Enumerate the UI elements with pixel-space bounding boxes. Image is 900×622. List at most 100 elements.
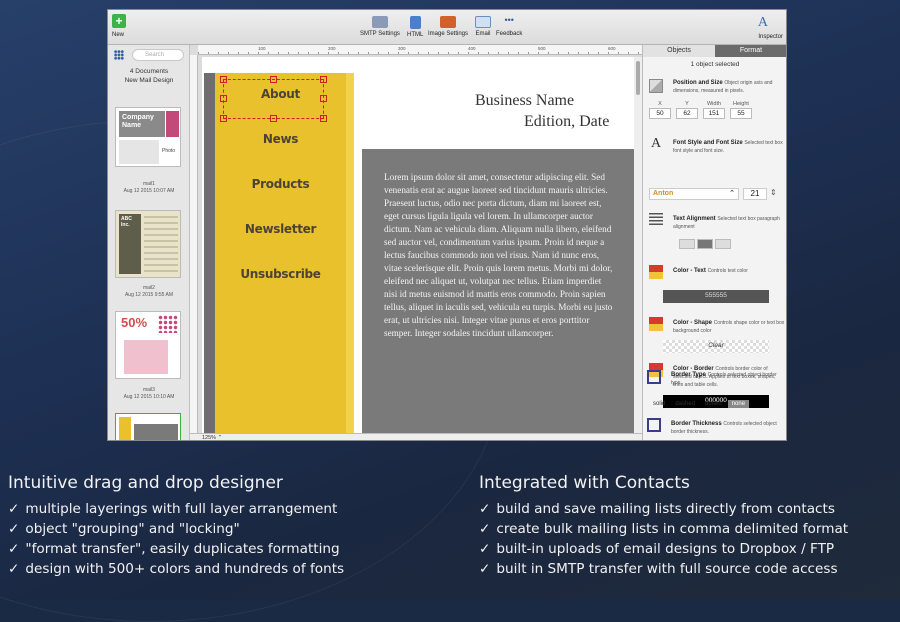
border-dotted-option[interactable]: dotted	[701, 400, 726, 408]
tab-format[interactable]: Format	[715, 45, 786, 57]
feature-item: ✓ build and save mailing lists directly f…	[479, 499, 848, 519]
new-button-label[interactable]: New	[112, 32, 124, 38]
document-thumbnail-mail1[interactable]: Company Name Photo	[115, 107, 181, 167]
thumb-name: mail1	[143, 181, 155, 187]
email-icon	[475, 16, 491, 28]
border-none-option[interactable]: none	[727, 400, 750, 408]
resize-handle[interactable]	[270, 115, 277, 122]
scroll-thumb[interactable]	[636, 61, 640, 95]
nav-inner	[215, 73, 346, 433]
feedback-icon: •••	[504, 15, 514, 25]
nav-item-products[interactable]: Products	[215, 177, 346, 191]
thumb-name: mail3	[143, 387, 155, 393]
business-name[interactable]: Business Name	[475, 92, 574, 110]
horizontal-ruler: 100 200 300 400 500 600	[198, 45, 642, 55]
image-settings-button[interactable]: Image Settings	[428, 16, 468, 37]
chevron-updown-icon: ⌃	[729, 190, 735, 197]
new-icon[interactable]: +	[112, 14, 126, 28]
search-input[interactable]: Search	[132, 49, 184, 61]
feature-item-text: multiple layerings with full layer arran…	[25, 501, 338, 517]
email-button[interactable]: Email	[475, 16, 491, 37]
resize-handle[interactable]	[220, 115, 227, 122]
thumb-date: Aug 12 2015 9:55 AM	[124, 292, 174, 298]
email-page[interactable]: About News Products Newsletter Unsubscri…	[202, 57, 646, 433]
zoom-level[interactable]: 125% ⌃	[190, 433, 642, 441]
thumb-date: Aug 12 2015 10:07 AM	[123, 188, 175, 194]
thumb-caption-mail1: mail1 Aug 12 2015 10:07 AM	[108, 181, 190, 195]
html-button[interactable]: HTML	[407, 16, 423, 38]
y-input[interactable]: 62	[676, 108, 698, 119]
html-icon	[409, 16, 421, 29]
nav-item-newsletter[interactable]: Newsletter	[215, 222, 346, 236]
resize-handle[interactable]	[320, 115, 327, 122]
border-dashed-option[interactable]: dashed	[671, 400, 699, 408]
thumb-nav	[119, 417, 131, 440]
resize-handle[interactable]	[320, 95, 327, 102]
thumb-pattern	[166, 111, 179, 137]
image-settings-icon	[440, 16, 457, 28]
feature-item: ✓ "format transfer", easily duplicates fo…	[8, 539, 344, 559]
document-thumbnail-mail2[interactable]: ABC Inc.	[115, 210, 181, 278]
resize-handle[interactable]	[270, 76, 277, 83]
ruler-label: 200	[328, 46, 336, 51]
ruler-label: 400	[468, 46, 476, 51]
height-field: Height 55	[730, 101, 752, 119]
feature-item: ✓ built in SMTP transfer with full source…	[479, 559, 848, 579]
feedback-label: Feedback	[496, 31, 523, 37]
thumb-title: ABC Inc.	[121, 216, 132, 228]
nav-item-news[interactable]: News	[215, 132, 346, 146]
border-solid-option[interactable]: solid	[649, 400, 669, 408]
tab-objects[interactable]: Objects	[643, 45, 715, 57]
resize-handle[interactable]	[320, 76, 327, 83]
inspector-label[interactable]: Inspector	[758, 34, 783, 40]
feature-item: ✓ design with 500+ colors and hundreds of…	[8, 559, 344, 579]
ruler-label: 500	[538, 46, 546, 51]
font-family-select[interactable]: Anton ⌃	[649, 188, 739, 200]
inspector-icon[interactable]: A	[758, 15, 768, 31]
align-title: Text Alignment	[673, 216, 716, 222]
zoom-text: 125%	[202, 435, 217, 441]
body-text[interactable]: Lorem ipsum dolor sit amet, consectetur …	[384, 171, 616, 340]
border-thickness-title-wrap: Border Thickness Controls selected objec…	[671, 420, 783, 436]
align-right-button[interactable]	[715, 239, 731, 249]
toolbar: + New SMTP Settings HTML Image Settings …	[108, 10, 786, 45]
document-thumbnail-mail3[interactable]: 50%	[115, 311, 181, 379]
thumb-sidebar: ABC Inc.	[119, 214, 141, 274]
nav-item-unsubscribe[interactable]: Unsubscribe	[215, 267, 346, 281]
feature-column-contacts: Integrated with Contacts ✓ build and save…	[479, 473, 848, 579]
align-icon	[649, 213, 663, 227]
document-thumbnail-mail4[interactable]	[115, 413, 181, 440]
y-field: Y 62	[676, 101, 698, 119]
text-color-title: Color - Text	[673, 268, 706, 274]
check-icon: ✓	[8, 521, 20, 537]
feature-item: ✓ create bulk mailing lists in comma deli…	[479, 519, 848, 539]
font-title-wrap: Font Style and Font Size Selected text b…	[673, 139, 785, 155]
paint-roller-icon	[649, 317, 663, 331]
x-input[interactable]: 50	[649, 108, 671, 119]
smtp-settings-button[interactable]: SMTP Settings	[360, 16, 400, 37]
text-color-swatch[interactable]: 555555	[663, 290, 769, 303]
align-title-wrap: Text Alignment Selected text box paragra…	[673, 215, 785, 231]
resize-handle[interactable]	[220, 76, 227, 83]
thumb-image	[124, 340, 168, 374]
font-title: Font Style and Font Size	[673, 140, 743, 146]
feature-list: Intuitive drag and drop designer ✓ multip…	[0, 455, 900, 600]
feedback-button[interactable]: ••• Feedback	[496, 15, 523, 38]
shape-color-swatch[interactable]: Clear	[663, 340, 769, 353]
position-fields: X 50 Y 62 Width 151 Height 55	[649, 101, 752, 119]
paint-roller-icon	[649, 265, 663, 279]
font-size-input[interactable]: 21	[743, 188, 767, 200]
height-input[interactable]: 55	[730, 108, 752, 119]
stepper-icon[interactable]: ⇕	[770, 188, 777, 197]
check-icon: ✓	[8, 561, 20, 577]
feature-item-text: "format transfer", easily duplicates for…	[25, 541, 340, 557]
grid-view-icon[interactable]	[114, 50, 124, 60]
align-left-button[interactable]	[679, 239, 695, 249]
border-type-icon	[647, 370, 661, 384]
edition-date[interactable]: Edition, Date	[524, 113, 609, 131]
thumb-title: Company Name	[122, 114, 154, 129]
align-center-button[interactable]	[697, 239, 713, 249]
ruler-label: 600	[608, 46, 616, 51]
resize-handle[interactable]	[220, 95, 227, 102]
width-input[interactable]: 151	[703, 108, 725, 119]
